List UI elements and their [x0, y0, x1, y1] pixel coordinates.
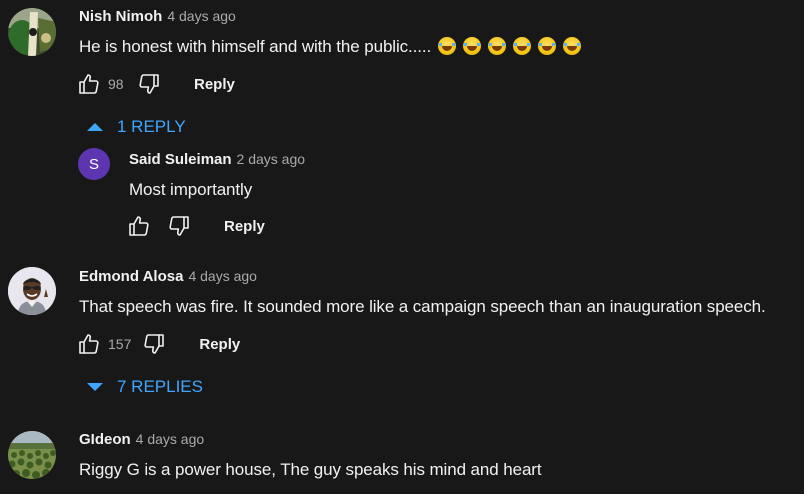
- like-button[interactable]: [126, 213, 152, 239]
- laughing-emoji-icon: [538, 37, 557, 55]
- replies-toggle[interactable]: 1 REPLY: [87, 117, 186, 137]
- reply-button[interactable]: Reply: [224, 218, 265, 235]
- thumbs-down-icon: [144, 334, 165, 354]
- reply-text: Most importantly: [129, 180, 253, 199]
- like-count: 157: [108, 336, 132, 352]
- avatar-letter: S: [88, 155, 99, 173]
- comment-text: He is honest with himself and with the p…: [79, 37, 582, 57]
- replies-toggle-label: 1 REPLY: [117, 117, 186, 136]
- thumbs-down-icon: [169, 216, 189, 236]
- comment-timestamp[interactable]: 4 days ago: [136, 431, 205, 447]
- reply-author[interactable]: Said Suleiman: [129, 151, 232, 168]
- like-button[interactable]: [76, 71, 102, 97]
- comment-actions: 157 Reply: [76, 329, 240, 359]
- like-count: 98: [108, 76, 124, 92]
- caret-down-icon: [87, 383, 103, 391]
- laughing-emoji-icon: [463, 37, 482, 55]
- thumbs-down-icon: [139, 74, 159, 94]
- comment-text: That speech was fire. It sounded more li…: [79, 297, 766, 316]
- like-button[interactable]: [76, 331, 102, 357]
- comment-author[interactable]: Edmond Alosa: [79, 268, 183, 285]
- dislike-button[interactable]: [166, 213, 192, 239]
- laughing-emoji-icon: [563, 37, 582, 55]
- avatar[interactable]: [8, 8, 56, 56]
- avatar[interactable]: [8, 267, 56, 315]
- avatar[interactable]: [8, 431, 56, 479]
- comment-actions: 98 Reply: [76, 69, 235, 99]
- thumbs-up-icon: [129, 216, 149, 236]
- reply-button[interactable]: Reply: [199, 336, 240, 353]
- laughing-emoji-icon: [438, 37, 457, 55]
- caret-up-icon: [87, 123, 103, 131]
- dislike-button[interactable]: [141, 331, 167, 357]
- reply-timestamp[interactable]: 2 days ago: [237, 151, 306, 167]
- thumbs-up-icon: [79, 334, 99, 354]
- laughing-emoji-icon: [513, 37, 532, 55]
- comment-timestamp[interactable]: 4 days ago: [188, 268, 257, 284]
- dislike-button[interactable]: [136, 71, 162, 97]
- comment-author[interactable]: GIdeon: [79, 431, 131, 448]
- reply-actions: Reply: [126, 211, 265, 241]
- replies-toggle[interactable]: 7 REPLIES: [87, 377, 203, 397]
- laughing-emoji-icon: [488, 37, 507, 55]
- avatar[interactable]: S: [78, 148, 110, 180]
- comment-text-body: He is honest with himself and with the p…: [79, 37, 432, 56]
- reply-button[interactable]: Reply: [194, 76, 235, 93]
- thumbs-up-icon: [79, 74, 99, 94]
- comment-text: Riggy G is a power house, The guy speaks…: [79, 460, 542, 479]
- comment-author[interactable]: Nish Nimoh: [79, 8, 162, 25]
- replies-toggle-label: 7 REPLIES: [117, 377, 203, 396]
- comment-timestamp[interactable]: 4 days ago: [167, 8, 236, 24]
